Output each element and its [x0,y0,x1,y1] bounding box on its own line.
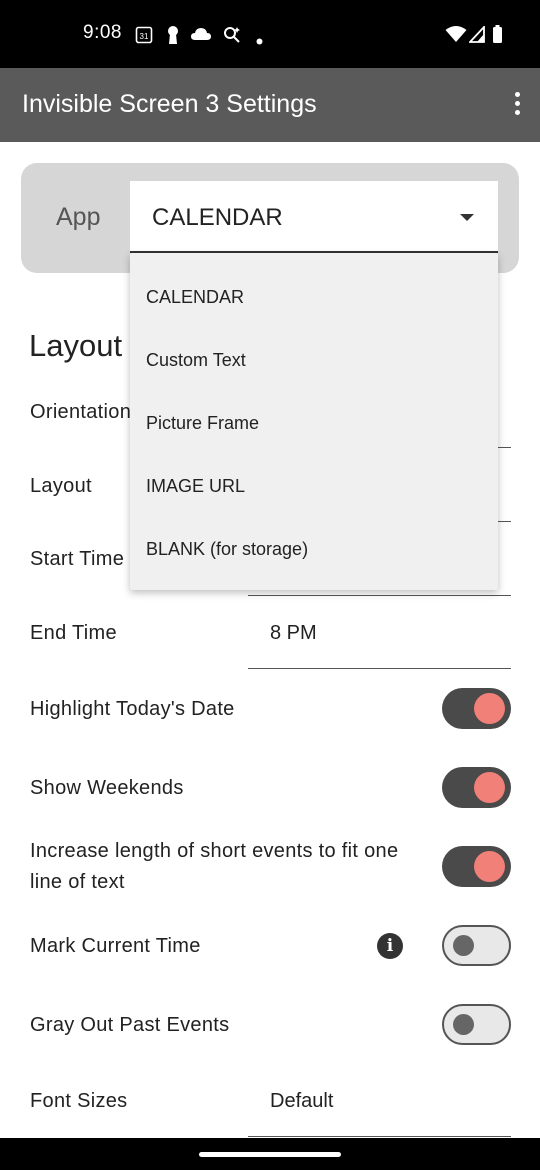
page-title: Invisible Screen 3 Settings [22,90,317,118]
dropdown-option-picture-frame[interactable]: Picture Frame [146,413,259,434]
font-sizes-field[interactable] [248,1136,511,1137]
show-weekends-label: Show Weekends [30,777,184,799]
switch-knob [474,693,505,724]
gray-out-past-switch[interactable] [442,1004,511,1045]
increase-length-label: Increase length of short events to fit o… [30,840,399,893]
start-time-field[interactable] [248,595,511,596]
more-vert-icon[interactable] [512,92,522,120]
search-sparkle-icon [222,25,242,51]
highlight-today-switch[interactable] [442,688,511,729]
svg-text:31: 31 [140,32,149,41]
show-weekends-switch[interactable] [442,767,511,808]
switch-knob [474,851,505,882]
end-time-field[interactable] [248,668,511,669]
app-select[interactable]: CALENDAR [130,181,498,253]
mark-current-time-switch[interactable] [442,925,511,966]
app-bar: Invisible Screen 3 Settings [0,68,540,142]
home-gesture-handle[interactable] [199,1152,341,1157]
wifi-icon [445,25,467,49]
keyhole-icon [166,25,180,51]
end-time-value[interactable]: 8 PM [270,622,317,645]
end-time-label: End Time [30,622,117,644]
switch-knob [453,1014,474,1035]
start-time-label: Start Time [30,548,125,570]
dropdown-option-blank[interactable]: BLANK (for storage) [146,539,308,560]
dropdown-arrow-icon [460,214,474,221]
layout-section-title: Layout [29,328,123,363]
app-select-value: CALENDAR [152,204,283,231]
dropdown-option-calendar[interactable]: CALENDAR [146,287,244,308]
switch-knob [453,935,474,956]
info-icon[interactable]: i [377,933,403,959]
mark-current-time-label: Mark Current Time [30,935,201,957]
dropdown-option-custom-text[interactable]: Custom Text [146,350,246,371]
signal-icon [467,24,485,49]
increase-length-switch[interactable] [442,846,511,887]
highlight-today-label: Highlight Today's Date [30,698,235,720]
orientation-label: Orientation [30,401,132,423]
app-label: App [56,203,101,231]
gray-out-past-label: Gray Out Past Events [30,1014,230,1036]
font-sizes-label: Font Sizes [30,1090,128,1112]
font-sizes-value[interactable]: Default [270,1090,333,1113]
calendar-icon: 31 [135,26,153,50]
app-dropdown-menu: CALENDAR Custom Text Picture Frame IMAGE… [130,253,498,590]
layout-label: Layout [30,475,92,497]
battery-icon [492,25,503,50]
dot-icon [256,31,263,51]
switch-knob [474,772,505,803]
status-time: 9:08 [83,22,122,43]
status-bar: 9:08 31 [0,0,540,68]
cloud-icon [190,27,212,47]
navigation-bar [0,1138,540,1170]
dropdown-option-image-url[interactable]: IMAGE URL [146,476,245,497]
